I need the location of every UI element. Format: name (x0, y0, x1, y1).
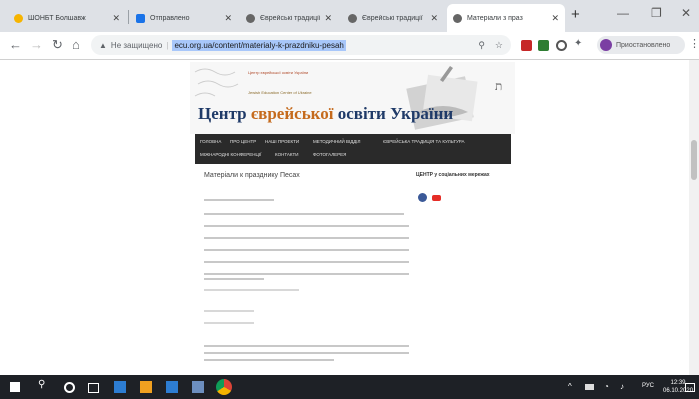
tab-title: ШОНБТ Болшавж (28, 14, 86, 22)
menu-icon[interactable]: ⋮ (689, 37, 699, 50)
text-line (204, 213, 404, 215)
menu-item-home[interactable]: ГОЛОВНА (200, 139, 221, 144)
cortana-icon[interactable] (64, 382, 75, 393)
menu-item-projects[interactable]: НАШІ ПРОЕКТИ (265, 139, 299, 144)
article-title: Матеріали к празднику Песах (204, 172, 300, 179)
menu-item-conferences[interactable]: МІЖНАРОДНІ КОНФЕРЕНЦІЇ (200, 152, 261, 157)
minimize-icon[interactable]: — (617, 6, 629, 20)
browser-tab[interactable]: Отправлено ✕ (130, 4, 238, 32)
logo-tagline: Центр єврейської освіти України (248, 70, 309, 75)
tab-title: Отправлено (150, 14, 190, 22)
scrollbar-thumb[interactable] (691, 140, 697, 180)
language-indicator[interactable]: РУС (642, 383, 654, 389)
app-icon[interactable] (192, 381, 204, 393)
home-icon[interactable]: ⌂ (72, 37, 80, 52)
new-tab-button[interactable]: + (571, 6, 580, 23)
battery-icon[interactable] (585, 384, 594, 390)
back-arrow-icon[interactable]: ← (9, 37, 22, 52)
network-icon[interactable]: ◔ (604, 382, 616, 394)
tab-separator (128, 10, 129, 24)
text-line (204, 261, 409, 263)
site-title-accent: єврейської (250, 104, 334, 123)
site-title-part: освіти України (333, 104, 454, 123)
text-line (204, 359, 334, 361)
extension-icon[interactable] (556, 40, 567, 51)
facebook-icon[interactable] (418, 193, 427, 202)
task-view-icon[interactable] (88, 383, 99, 393)
text-line (204, 249, 409, 251)
extension-icon[interactable] (538, 40, 549, 51)
close-tab-icon[interactable]: ✕ (224, 13, 232, 24)
text-line (204, 345, 409, 347)
browser-tab[interactable]: ШОНБТ Болшавж ✕ (8, 4, 126, 32)
svg-text:ת: ת (495, 79, 502, 93)
text-line (204, 352, 409, 354)
sidebar-title: ЦЕНТР у соціальних мережах (416, 172, 490, 178)
tab-title: Єврейські традиції (362, 14, 423, 22)
avatar (600, 39, 612, 51)
site-navigation: ГОЛОВНА ПРО ЦЕНТР НАШІ ПРОЕКТИ МЕТОДИЧНИ… (195, 134, 511, 164)
text-line (204, 278, 264, 280)
text-line (204, 225, 409, 227)
windows-start-icon[interactable] (10, 382, 20, 392)
text-line (204, 273, 409, 275)
menu-item-contacts[interactable]: КОНТАКТИ (275, 152, 299, 157)
notifications-icon[interactable] (685, 383, 695, 392)
site-title-part: Центр (198, 104, 251, 123)
star-icon[interactable]: ☆ (495, 40, 503, 51)
tab-favicon-icon (246, 13, 255, 23)
browser-toolbar: ← → ↻ ⌂ ▲ Не защищено | ecu.org.ua/conte… (0, 32, 699, 60)
menu-item-tradition[interactable]: ЄВРЕЙСЬКА ТРАДИЦІЯ ТА КУЛЬТУРА (383, 139, 465, 144)
tab-title: Єврейські традиції (260, 14, 321, 22)
divider: | (166, 40, 169, 50)
close-window-icon[interactable]: ✕ (681, 6, 691, 20)
app-icon[interactable] (166, 381, 178, 393)
warning-icon: ▲ (99, 40, 107, 50)
menu-item-about[interactable]: ПРО ЦЕНТР (230, 139, 256, 144)
search-icon[interactable]: ⚲ (38, 379, 50, 391)
close-tab-icon[interactable]: ✕ (551, 13, 559, 24)
logo-tagline: Jewish Education Center of Ukraine (248, 90, 312, 95)
volume-icon[interactable]: ♪ (620, 382, 632, 394)
tab-favicon-icon (136, 13, 145, 23)
text-line (204, 289, 299, 291)
mail-icon[interactable] (114, 381, 126, 393)
profile-label: Приостановлено (616, 41, 671, 49)
scrollbar[interactable] (689, 60, 699, 375)
tab-strip: ШОНБТ Болшавж ✕ Отправлено ✕ Єврейські т… (0, 0, 699, 32)
menu-item-gallery[interactable]: ФОТОГАЛЕРЕЯ (313, 152, 346, 157)
chrome-icon[interactable] (216, 379, 232, 395)
taskbar: ⚲ ^ ◔ ♪ РУС 12:39 06.10.2020 (0, 375, 699, 399)
text-line (204, 237, 409, 239)
close-tab-icon[interactable]: ✕ (430, 13, 438, 24)
text-line (204, 310, 254, 312)
text-line (204, 322, 254, 324)
tab-favicon-icon (348, 13, 357, 23)
menu-item-methodology[interactable]: МЕТОДИЧНИЙ ВІДДІЛ (313, 139, 361, 144)
text-line (204, 199, 274, 201)
browser-tab[interactable]: Єврейські традиції ✕ (342, 4, 444, 32)
search-icon[interactable]: ⚲ (478, 40, 485, 51)
security-label: Не защищено (110, 40, 163, 50)
tray-chevron-icon[interactable]: ^ (568, 382, 580, 394)
close-tab-icon[interactable]: ✕ (112, 13, 120, 24)
extension-icon[interactable] (521, 40, 532, 51)
url-text[interactable]: ecu.org.ua/content/materialy-k-prazdniku… (172, 39, 346, 51)
maximize-icon[interactable]: ❐ (651, 6, 662, 20)
tab-favicon-icon (453, 13, 462, 23)
profile-button[interactable]: Приостановлено (597, 36, 685, 54)
address-bar[interactable]: ▲ Не защищено | ecu.org.ua/content/mater… (91, 35, 511, 55)
tab-favicon-icon (14, 13, 23, 23)
puzzle-icon[interactable]: ✦ (574, 38, 582, 49)
browser-tab[interactable]: Єврейські традиції ✕ (240, 4, 338, 32)
tab-title: Матеріали з праз (467, 14, 523, 22)
app-icon[interactable] (140, 381, 152, 393)
close-tab-icon[interactable]: ✕ (324, 13, 332, 24)
reload-icon[interactable]: ↻ (52, 37, 63, 53)
browser-tab-active[interactable]: Матеріали з праз ✕ (447, 4, 565, 32)
forward-arrow-icon[interactable]: → (30, 37, 43, 52)
youtube-icon[interactable] (432, 195, 441, 201)
site-title: Центр єврейської освіти України (198, 104, 453, 124)
